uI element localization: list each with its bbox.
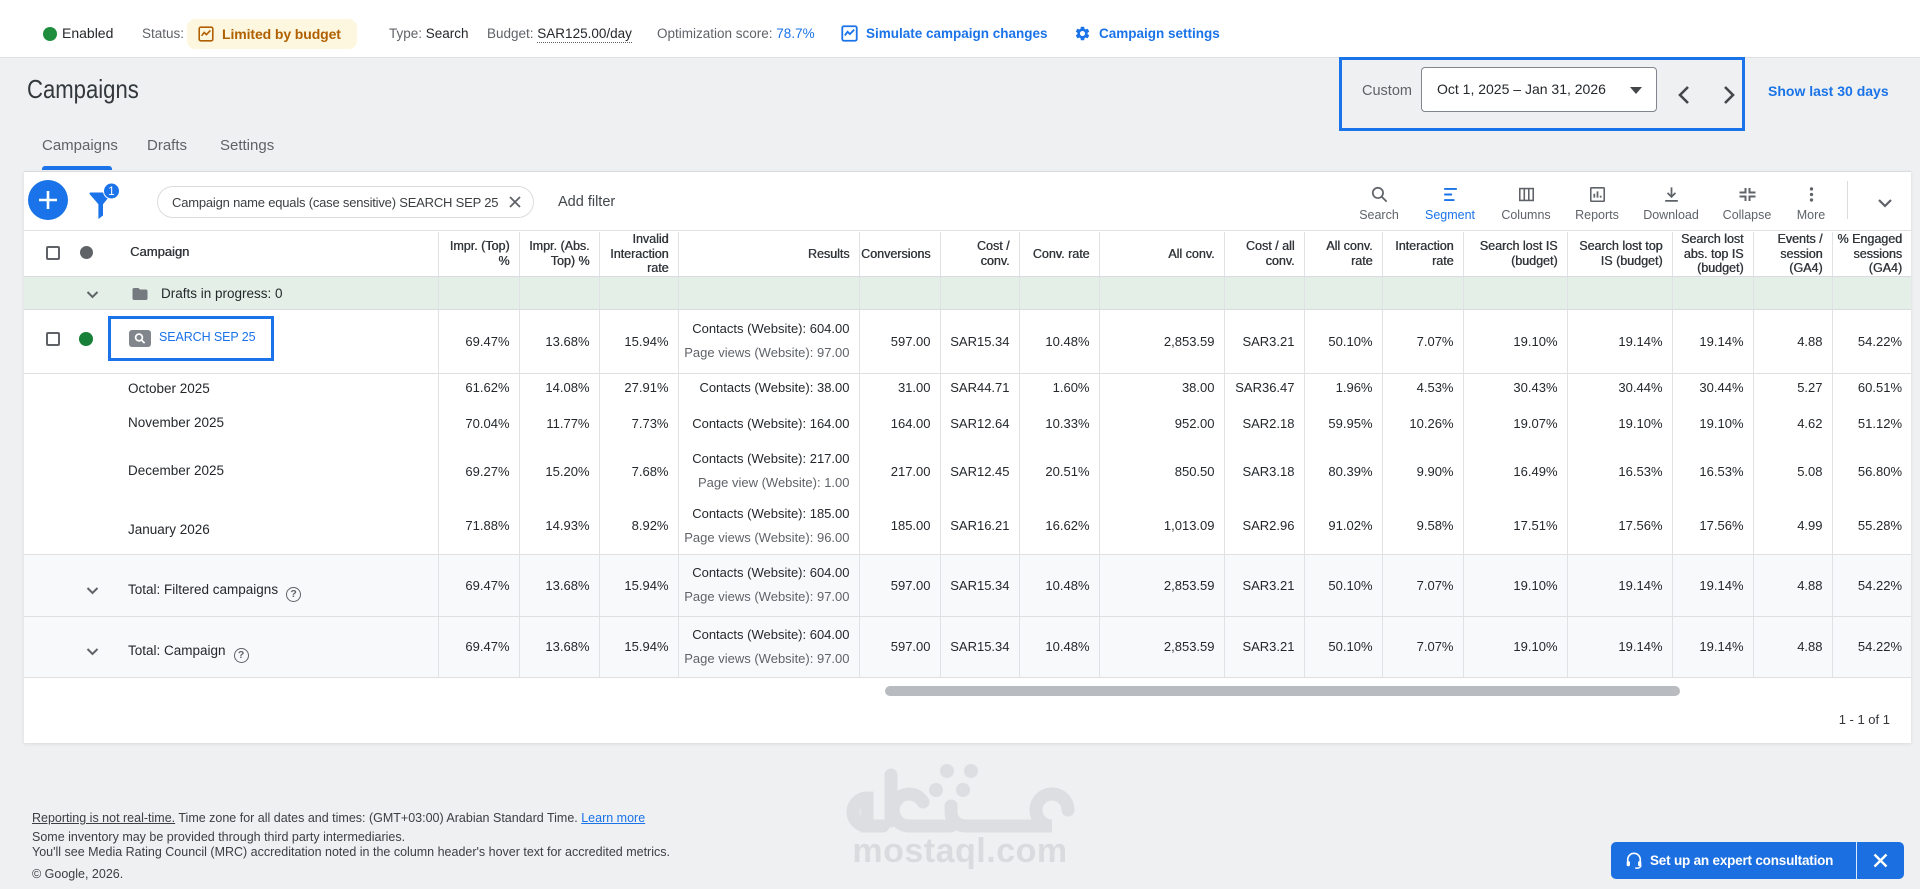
svg-text:1: 1	[108, 186, 114, 198]
